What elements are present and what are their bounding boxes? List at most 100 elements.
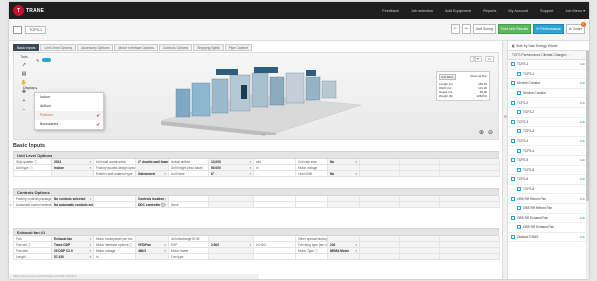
equipment-list-item[interactable]: TCFS-5 Edit: [508, 156, 589, 166]
checkbox-icon[interactable]: [517, 71, 521, 76]
unit-level-options-header[interactable]: Unit Level Options: [13, 151, 499, 159]
cursor-icon[interactable]: ➚: [16, 62, 32, 68]
top-nav-link[interactable]: Add Equipment: [445, 9, 471, 13]
zoom-out-icon[interactable]: ⊖: [488, 129, 493, 136]
display-menu-item[interactable]: Boundaries ✔: [35, 120, 103, 129]
equipment-list-item[interactable]: OBS RH Exhaust Fan: [508, 223, 589, 233]
equipment-list-item[interactable]: TCFS-2 Edit: [508, 98, 589, 108]
edit-link[interactable]: Edit: [580, 139, 585, 143]
equipment-list-item[interactable]: TCFS-2: [508, 108, 589, 118]
unit-sizing-button[interactable]: Unit Sizing: [472, 24, 496, 34]
show-as-box-toggle[interactable]: Show as Box: [470, 74, 487, 80]
view-toggle[interactable]: [42, 58, 52, 62]
equipment-list-item[interactable]: TCFS-4 Edit: [508, 137, 589, 147]
redo-button[interactable]: ↷: [461, 24, 471, 34]
field-value[interactable]: [400, 202, 440, 208]
checkbox-icon[interactable]: [517, 206, 521, 211]
checkbox-icon[interactable]: [511, 177, 515, 182]
edit-link[interactable]: Edit: [580, 62, 585, 66]
tab-motor-interface-options[interactable]: Motor Interface Options: [114, 44, 158, 51]
checkbox-icon[interactable]: [511, 215, 515, 220]
equipment-list-item[interactable]: TCFS-4: [508, 146, 589, 156]
checkbox-icon[interactable]: [511, 81, 515, 86]
checkbox-icon[interactable]: [511, 196, 515, 201]
equipment-list-item[interactable]: TCFS-1 Edit: [508, 60, 589, 70]
field-value[interactable]: No automatic controls selection▾: [52, 202, 94, 208]
undo-button[interactable]: ↶: [450, 24, 460, 34]
field-value[interactable]: [209, 202, 254, 208]
side-panel-scrollbar[interactable]: [586, 51, 589, 279]
tab-unit-level-options[interactable]: Unit Level Options: [40, 44, 77, 51]
equipment-list-item[interactable]: Outdoor DOAS Edit: [508, 233, 589, 243]
unit-selector[interactable]: TCFS-1: [25, 26, 47, 34]
field-value[interactable]: 57.430 ▾: [52, 254, 94, 260]
top-nav-link[interactable]: Job selection: [411, 9, 433, 13]
field-value[interactable]: [52, 171, 94, 177]
exhaust-fan-header[interactable]: Exhaust fan #1: [13, 228, 499, 236]
checkbox-icon[interactable]: [511, 234, 515, 239]
equipment-list-item[interactable]: TCFS-5: [508, 166, 589, 176]
edit-link[interactable]: Edit: [580, 158, 585, 162]
edit-link[interactable]: Edit: [580, 216, 585, 220]
home-button[interactable]: [13, 26, 22, 34]
edit-link[interactable]: Edit: [580, 81, 585, 85]
tab-pipe-cabinet[interactable]: Pipe Cabinet: [224, 44, 253, 51]
checkbox-icon[interactable]: [517, 91, 521, 96]
equipment-list-item[interactable]: Service Corridor: [508, 89, 589, 99]
order-button[interactable]: ⊘ Order 1: [565, 22, 586, 34]
edit-link[interactable]: Edit: [580, 177, 585, 181]
checkbox-icon[interactable]: [511, 62, 515, 67]
equipment-list-item[interactable]: TCFS-3: [508, 127, 589, 137]
equipment-list-item[interactable]: OBS RH Return Fan: [508, 204, 589, 214]
checkbox-icon[interactable]: [511, 139, 515, 144]
equipment-list-item[interactable]: TCFS-1: [508, 70, 589, 80]
field-value[interactable]: [136, 254, 169, 260]
controls-options-header[interactable]: Controls Options: [13, 188, 499, 196]
checkbox-icon[interactable]: [511, 100, 515, 105]
equipment-list-item[interactable]: TCFS-6: [508, 185, 589, 195]
field-value[interactable]: [400, 171, 440, 177]
checkbox-icon[interactable]: [517, 148, 521, 153]
checkbox-icon[interactable]: [511, 119, 515, 124]
performance-button[interactable]: ⟳ Performance: [533, 24, 564, 34]
field-value[interactable]: DDC controller ⓘ ▾: [136, 202, 169, 208]
field-value[interactable]: [400, 254, 440, 260]
equipment-list-item[interactable]: OBS RH Exhaust Fan Edit: [508, 214, 589, 224]
equipment-list-item[interactable]: OBS RH Return Fan Edit: [508, 194, 589, 204]
trane-logo[interactable]: T TRANE: [13, 5, 47, 16]
display-button[interactable]: Display ▸: [23, 86, 38, 90]
first-unit-results-button[interactable]: First Unit Results: [497, 24, 532, 34]
zoom-in-icon[interactable]: ⊕: [479, 129, 484, 136]
field-value[interactable]: 6" ▾: [209, 171, 254, 177]
layers-icon[interactable]: ▤: [16, 71, 32, 77]
tab-shipping-splits[interactable]: Shipping Splits: [193, 44, 224, 51]
edit-link[interactable]: Edit: [580, 101, 585, 105]
display-menu-item[interactable]: Indoor: [35, 93, 103, 102]
zoom-out-tool-icon[interactable]: −: [16, 107, 32, 113]
checkbox-icon[interactable]: [517, 187, 521, 192]
checkbox-icon[interactable]: [517, 110, 521, 115]
tab-accessory-options[interactable]: Accessory Options: [77, 44, 114, 51]
edit-link[interactable]: Edit: [580, 197, 585, 201]
display-menu-item[interactable]: Airflow: [35, 102, 103, 111]
top-nav-link[interactable]: Support: [540, 9, 553, 13]
view-mode-dropdown[interactable]: ◫ ▾: [469, 56, 482, 62]
equipment-list-item[interactable]: TCFS-3 Edit: [508, 118, 589, 128]
field-value[interactable]: [328, 254, 360, 260]
tab-controls-options[interactable]: Controls Options: [158, 44, 193, 51]
top-nav-link[interactable]: Feedback: [382, 9, 399, 13]
side-panel-group-header[interactable]: TCFS Performance Climate Changer...: [508, 51, 589, 60]
checkbox-icon[interactable]: [517, 167, 521, 172]
edit-link[interactable]: Edit: [580, 235, 585, 239]
field-value[interactable]: Galvanized ▾: [136, 171, 169, 177]
field-value[interactable]: [440, 202, 500, 208]
field-value[interactable]: [328, 202, 360, 208]
3d-unit-viewer[interactable]: Tools ➚ ▤ ✋ ✥ + − ✎ Display ▸ Indoor Airf…: [13, 52, 499, 140]
pencil-icon[interactable]: ✎: [36, 58, 39, 63]
equipment-list-item[interactable]: TCFS-6 Edit: [508, 175, 589, 185]
top-nav-link[interactable]: Job Menu ▾: [565, 8, 585, 13]
field-value[interactable]: [440, 171, 500, 177]
checkbox-icon[interactable]: [517, 225, 521, 230]
zoom-in-tool-icon[interactable]: +: [16, 98, 32, 104]
checkbox-icon[interactable]: [517, 129, 521, 134]
